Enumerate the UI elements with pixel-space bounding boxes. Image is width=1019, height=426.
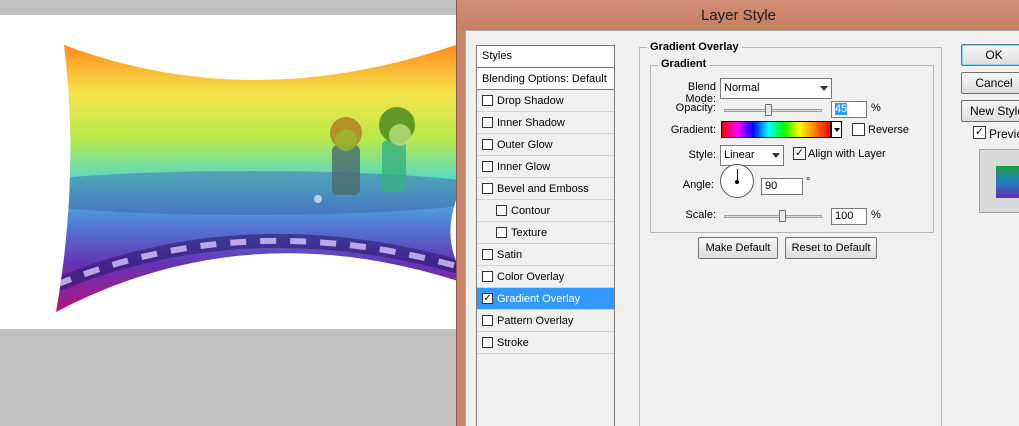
warped-image [56, 45, 456, 312]
opacity-percent: % [871, 102, 881, 114]
scale-slider-thumb[interactable] [778, 210, 786, 222]
style-item-texture[interactable]: Texture [477, 222, 614, 244]
styles-header[interactable]: Styles [477, 46, 614, 68]
align-with-layer-checkbox[interactable]: ✓ [793, 147, 806, 160]
style-item-color-overlay[interactable]: Color Overlay [477, 266, 614, 288]
ok-button[interactable]: OK [961, 44, 1019, 66]
style-item-inner-shadow[interactable]: Inner Shadow [477, 112, 614, 134]
style-item-checkbox[interactable] [482, 95, 493, 106]
style-item-satin[interactable]: Satin [477, 244, 614, 266]
workspace-background-bottom [0, 329, 456, 426]
style-item-checkbox[interactable] [496, 205, 507, 216]
style-item-label: Color Overlay [497, 271, 565, 283]
style-item-checkbox[interactable] [482, 161, 493, 172]
style-item-checkbox[interactable] [482, 139, 493, 150]
preview-checkbox[interactable]: ✓ [973, 126, 986, 139]
gradient-dropdown-icon[interactable] [831, 121, 842, 138]
scale-input[interactable]: 100 [831, 208, 867, 225]
style-item-label: Contour [511, 205, 551, 217]
style-item-checkbox[interactable] [482, 249, 493, 260]
reverse-label: Reverse [868, 124, 909, 136]
style-item-drop-shadow[interactable]: Drop Shadow [477, 90, 614, 112]
gradient-subgroup-title: Gradient [658, 58, 710, 70]
style-item-label: Bevel and Emboss [497, 183, 589, 195]
style-item-checkbox[interactable]: ✓ [482, 293, 493, 304]
dialog-content: Styles Blending Options: Default Drop Sha… [465, 30, 1019, 426]
opacity-value: 45 [835, 103, 848, 115]
chevron-down-icon [772, 153, 780, 158]
style-item-label: Inner Shadow [497, 117, 565, 129]
dialog-title: Layer Style [700, 7, 777, 24]
style-item-label: Inner Glow [497, 161, 551, 173]
style-item-label: Blending Options: Default [482, 73, 607, 85]
style-preview [979, 149, 1019, 213]
scale-slider-track[interactable] [724, 215, 822, 218]
angle-value: 90 [765, 180, 778, 192]
style-select[interactable]: Linear [720, 145, 784, 166]
gradient-overlay-title: Gradient Overlay [647, 41, 742, 53]
style-item-label: Stroke [497, 337, 529, 349]
angle-label: Angle: [682, 179, 714, 191]
opacity-input[interactable]: 45 [831, 101, 867, 118]
style-item-checkbox[interactable] [482, 337, 493, 348]
style-item-checkbox[interactable] [482, 315, 493, 326]
preview-label: Preview [989, 127, 1019, 141]
scale-percent: % [871, 209, 881, 221]
angle-dial[interactable] [720, 164, 754, 198]
gradient-picker[interactable] [721, 121, 831, 138]
opacity-slider-track[interactable] [724, 109, 822, 112]
dialog-titlebar[interactable]: Layer Style [457, 0, 1019, 30]
workspace-background-top [0, 0, 456, 15]
style-item-bevel-and-emboss[interactable]: Bevel and Emboss [477, 178, 614, 200]
style-item-label: Satin [497, 249, 523, 261]
style-item-checkbox[interactable] [482, 183, 493, 194]
style-label: Style: [688, 149, 716, 161]
style-item-label: Drop Shadow [497, 95, 564, 107]
degree-symbol: ° [806, 176, 811, 188]
opacity-label: Opacity: [675, 102, 716, 114]
blend-mode-value: Normal [724, 82, 760, 94]
checkmark-icon: ✓ [974, 126, 985, 138]
chevron-down-icon [820, 86, 828, 91]
checkmark-icon: ✓ [794, 147, 805, 159]
styles-list: Styles Blending Options: Default Drop Sha… [476, 45, 615, 426]
reverse-checkbox[interactable] [852, 123, 865, 136]
style-item-label: Outer Glow [497, 139, 553, 151]
layer-style-dialog: Layer Style Styles Blending Options: Def… [456, 0, 1019, 426]
style-value: Linear [724, 149, 755, 161]
style-item-label: Pattern Overlay [497, 315, 574, 327]
opacity-slider-thumb[interactable] [764, 104, 772, 116]
style-item-checkbox[interactable] [482, 117, 493, 128]
new-style-button[interactable]: New Style... [961, 100, 1019, 122]
style-item-label: Texture [511, 227, 548, 239]
style-item-outer-glow[interactable]: Outer Glow [477, 134, 614, 156]
style-item-checkbox[interactable] [482, 271, 493, 282]
scale-label: Scale: [685, 209, 716, 221]
gradient-label: Gradient: [670, 124, 716, 136]
cancel-button[interactable]: Cancel [961, 72, 1019, 94]
style-item-checkbox[interactable] [496, 227, 507, 238]
angle-center-icon [735, 180, 739, 184]
style-item-contour[interactable]: Contour [477, 200, 614, 222]
preview-swatch [996, 166, 1019, 198]
blend-mode-select[interactable]: Normal [720, 78, 832, 99]
document-canvas[interactable] [0, 15, 456, 329]
align-with-layer-label: Align with Layer [808, 148, 886, 160]
style-item-blending-options-default[interactable]: Blending Options: Default [477, 68, 614, 90]
style-item-pattern-overlay[interactable]: Pattern Overlay [477, 310, 614, 332]
reset-to-default-button[interactable]: Reset to Default [785, 237, 877, 259]
style-item-inner-glow[interactable]: Inner Glow [477, 156, 614, 178]
scale-value: 100 [835, 210, 854, 222]
angle-input[interactable]: 90 [761, 178, 803, 195]
style-item-stroke[interactable]: Stroke [477, 332, 614, 354]
style-item-label: Gradient Overlay [497, 293, 581, 305]
make-default-button[interactable]: Make Default [698, 237, 778, 259]
style-item-gradient-overlay[interactable]: ✓ Gradient Overlay [477, 288, 614, 310]
